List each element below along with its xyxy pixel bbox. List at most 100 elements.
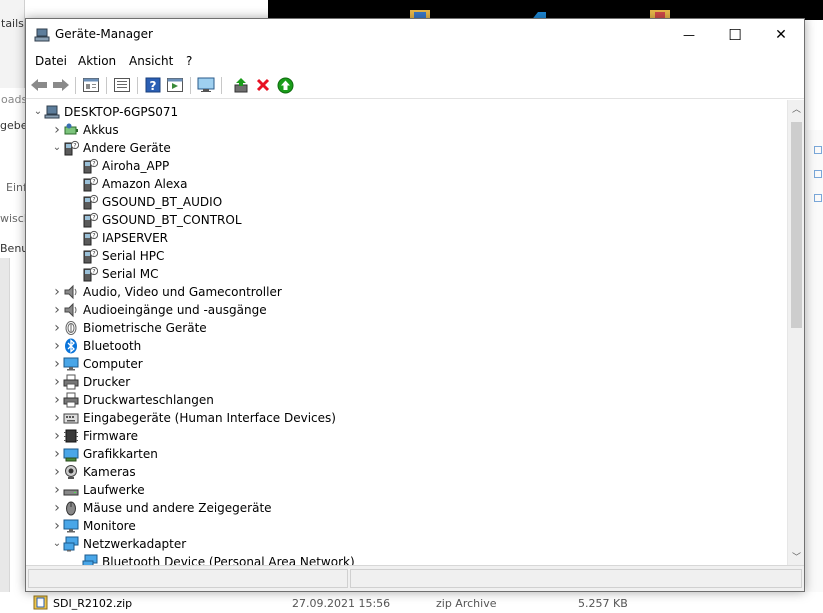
scan-hardware-button[interactable] bbox=[197, 76, 215, 94]
status-pane bbox=[350, 569, 802, 588]
chevron-right-icon[interactable]: › bbox=[51, 481, 63, 499]
tree-item-label: Amazon Alexa bbox=[102, 177, 188, 191]
chevron-right-icon[interactable]: › bbox=[51, 121, 63, 139]
tree-item[interactable]: › Bluetooth bbox=[51, 337, 141, 355]
forward-icon bbox=[53, 79, 69, 91]
menu-ansicht[interactable]: Ansicht bbox=[129, 54, 173, 68]
tree-item[interactable]: ⌄? Andere Geräte bbox=[51, 139, 171, 157]
tree-item[interactable]: › Eingabegeräte (Human Interface Devices) bbox=[51, 409, 336, 427]
tree-item-label: GSOUND_BT_CONTROL bbox=[102, 213, 242, 227]
menu-help[interactable]: ? bbox=[186, 54, 192, 68]
tree-item-label: Bluetooth bbox=[83, 339, 142, 353]
tree-item[interactable]: ? Serial HPC bbox=[70, 247, 164, 265]
properties-view-button[interactable] bbox=[82, 76, 100, 94]
svg-text:?: ? bbox=[92, 215, 95, 222]
menu-bar: Datei Aktion Ansicht ? bbox=[26, 50, 804, 72]
tree-item-label: Computer bbox=[83, 357, 143, 371]
chevron-right-icon[interactable]: › bbox=[51, 499, 63, 517]
tree-item-label: Andere Geräte bbox=[83, 141, 171, 155]
toolbar-separator bbox=[221, 77, 222, 94]
file-type: zip Archive bbox=[436, 597, 497, 610]
update-driver-button[interactable] bbox=[232, 76, 250, 94]
tree-item[interactable]: › Firmware bbox=[51, 427, 138, 445]
tree-item[interactable]: › Computer bbox=[51, 355, 143, 373]
chevron-down-icon[interactable]: ⌄ bbox=[32, 103, 44, 121]
tree-item[interactable]: Bluetooth Device (Personal Area Network) bbox=[70, 553, 355, 565]
menu-aktion[interactable]: Aktion bbox=[78, 54, 116, 68]
scroll-down-button[interactable]: ﹀ bbox=[788, 548, 805, 565]
forward-button[interactable] bbox=[52, 76, 70, 94]
tree-item[interactable]: › Grafikkarten bbox=[51, 445, 158, 463]
chevron-right-icon[interactable]: › bbox=[51, 373, 63, 391]
scroll-thumb[interactable] bbox=[791, 122, 802, 328]
back-button[interactable] bbox=[30, 76, 48, 94]
close-button[interactable]: ✕ bbox=[758, 19, 804, 50]
menu-datei[interactable]: Datei bbox=[35, 54, 67, 68]
tree-item[interactable]: ? GSOUND_BT_CONTROL bbox=[70, 211, 242, 229]
tree-item[interactable]: › Drucker bbox=[51, 373, 130, 391]
tree-item-label: Biometrische Geräte bbox=[83, 321, 207, 335]
monitor-icon bbox=[63, 356, 79, 372]
list-view-button[interactable] bbox=[113, 76, 131, 94]
chevron-right-icon[interactable]: › bbox=[51, 319, 63, 337]
monitor-scan-icon bbox=[197, 77, 215, 92]
tree-item-label: Serial HPC bbox=[102, 249, 165, 263]
tree-item-label: IAPSERVER bbox=[102, 231, 168, 245]
tree-item[interactable]: › Audio, Video und Gamecontroller bbox=[51, 283, 282, 301]
chevron-right-icon[interactable]: › bbox=[51, 409, 63, 427]
tree-root[interactable]: ⌄ DESKTOP-6GPS071 bbox=[32, 103, 178, 121]
tree-item[interactable]: › Audioeingänge und -ausgänge bbox=[51, 301, 267, 319]
chevron-down-icon[interactable]: ⌄ bbox=[51, 139, 63, 157]
maximize-button[interactable]: ☐ bbox=[712, 19, 758, 50]
maximize-icon: ☐ bbox=[728, 25, 742, 44]
scroll-up-button[interactable]: ︿ bbox=[788, 100, 805, 117]
tree-item[interactable]: › Monitore bbox=[51, 517, 136, 535]
update-driver-icon bbox=[234, 78, 248, 93]
uninstall-device-button[interactable] bbox=[254, 76, 272, 94]
tree-item[interactable]: › Druckwarteschlangen bbox=[51, 391, 214, 409]
file-name: SDI_R2102.zip bbox=[53, 597, 133, 610]
svg-text:?: ? bbox=[92, 251, 95, 258]
title-bar[interactable]: Geräte-Manager — ☐ ✕ bbox=[26, 19, 804, 50]
background-file-row[interactable]: SDI_R2102.zip 27.09.2021 15:56 zip Archi… bbox=[0, 592, 823, 613]
tree-item[interactable]: › Akkus bbox=[51, 121, 118, 139]
chevron-right-icon[interactable]: › bbox=[51, 517, 63, 535]
vertical-scrollbar[interactable]: ︿ ﹀ bbox=[787, 100, 804, 565]
chevron-down-icon[interactable]: ⌄ bbox=[51, 535, 63, 553]
tree-item[interactable]: ⌄ Netzwerkadapter bbox=[51, 535, 186, 553]
minimize-icon: — bbox=[683, 27, 695, 42]
chevron-right-icon[interactable]: › bbox=[51, 391, 63, 409]
tree-item-label: Audio, Video und Gamecontroller bbox=[83, 285, 282, 299]
status-pane bbox=[28, 569, 348, 588]
tree-item[interactable]: › Biometrische Geräte bbox=[51, 319, 207, 337]
tree-item-label: GSOUND_BT_AUDIO bbox=[102, 195, 223, 209]
chevron-right-icon[interactable]: › bbox=[51, 445, 63, 463]
tree-item[interactable]: ? Serial MC bbox=[70, 265, 159, 283]
tree-item[interactable]: › Laufwerke bbox=[51, 481, 145, 499]
svg-text:?: ? bbox=[92, 233, 95, 240]
chevron-right-icon[interactable]: › bbox=[51, 337, 63, 355]
battery-icon bbox=[63, 122, 79, 138]
tree-item[interactable]: ? IAPSERVER bbox=[70, 229, 168, 247]
action-view-button[interactable] bbox=[166, 76, 184, 94]
chevron-right-icon[interactable]: › bbox=[51, 283, 63, 301]
tree-item[interactable]: ? Amazon Alexa bbox=[70, 175, 187, 193]
background-tab-text: oads bbox=[1, 93, 28, 106]
chevron-right-icon[interactable]: › bbox=[51, 355, 63, 373]
chevron-right-icon[interactable]: › bbox=[51, 427, 63, 445]
chevron-right-icon[interactable]: › bbox=[51, 463, 63, 481]
tree-item[interactable]: › Mäuse und andere Zeigegeräte bbox=[51, 499, 271, 517]
tree-item[interactable]: › Kameras bbox=[51, 463, 135, 481]
tree-item[interactable]: ? GSOUND_BT_AUDIO bbox=[70, 193, 222, 211]
minimize-button[interactable]: — bbox=[666, 19, 712, 50]
tree-item-label: Audioeingänge und -ausgänge bbox=[83, 303, 267, 317]
enable-device-button[interactable] bbox=[276, 76, 294, 94]
tree-item[interactable]: ? Airoha_APP bbox=[70, 157, 169, 175]
device-manager-window: Geräte-Manager — ☐ ✕ Datei Aktion Ansich… bbox=[25, 18, 805, 592]
help-button[interactable]: ? bbox=[144, 76, 162, 94]
chevron-right-icon[interactable]: › bbox=[51, 301, 63, 319]
properties-view-icon bbox=[83, 78, 99, 92]
